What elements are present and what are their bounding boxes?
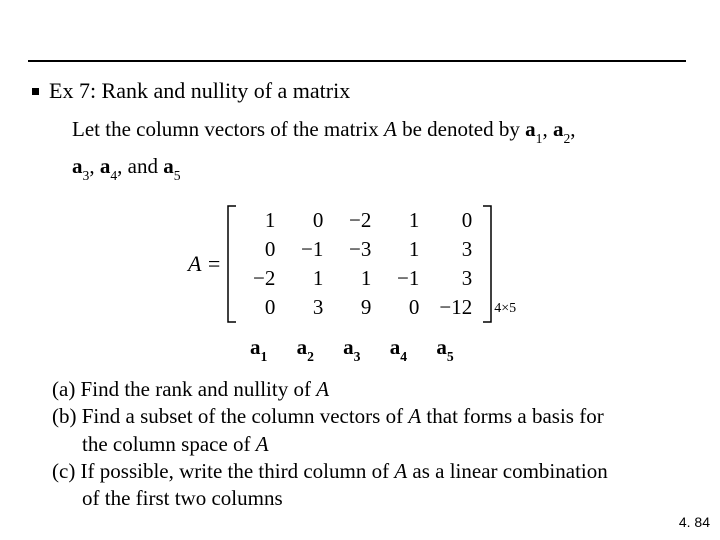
qb-A2: A <box>256 432 269 456</box>
questions: (a) Find the rank and nullity of A (b) F… <box>52 376 692 512</box>
vec-a5-sub: 5 <box>174 168 181 183</box>
comma2: , <box>570 117 575 141</box>
cell: 9 <box>333 293 381 322</box>
cell: 0 <box>429 206 482 235</box>
column-labels: a1 a2 a3 a4 a5 <box>238 335 466 363</box>
question-b-line2: the column space of A <box>52 431 692 458</box>
intro-pre: Let the column vectors of the matrix <box>72 117 384 141</box>
cell: 0 <box>285 206 333 235</box>
table-row: 0 3 9 0 −12 <box>237 293 482 322</box>
question-c: (c) If possible, write the third column … <box>52 458 692 485</box>
vec-a4-sub: 4 <box>110 168 117 183</box>
cell: −2 <box>333 206 381 235</box>
intro-mid: be denoted by <box>397 117 525 141</box>
intro-A: A <box>384 117 397 141</box>
col-label-a3: a3 <box>343 335 360 363</box>
cell: 3 <box>429 264 482 293</box>
cell: 1 <box>237 206 285 235</box>
cell: −12 <box>429 293 482 322</box>
cell: −3 <box>333 235 381 264</box>
question-a: (a) Find the rank and nullity of A <box>52 376 692 403</box>
col-label-a5: a5 <box>436 335 453 363</box>
left-bracket-icon <box>227 205 237 323</box>
col-label-a2: a2 <box>297 335 314 363</box>
col-label-a1: a1 <box>250 335 267 363</box>
qa-pre: (a) Find the rank and nullity of <box>52 377 316 401</box>
qb-l2-pre: the column space of <box>82 432 256 456</box>
table-row: −2 1 1 −1 3 <box>237 264 482 293</box>
horizontal-rule <box>28 60 686 62</box>
page-number: 4. 84 <box>679 514 710 530</box>
matrix-label: A = <box>188 251 221 277</box>
vec-a3-sub: 3 <box>83 168 90 183</box>
cell: 1 <box>381 235 429 264</box>
cell: −1 <box>381 264 429 293</box>
intro-and: , and <box>117 154 163 178</box>
matrix-table: 1 0 −2 1 0 0 −1 −3 1 3 −2 1 1 −1 3 0 <box>237 206 482 322</box>
bullet-icon <box>32 88 39 95</box>
vec-a4: a <box>100 154 111 178</box>
col-label-a4: a4 <box>390 335 407 363</box>
comma3: , <box>89 154 100 178</box>
cell: 1 <box>381 206 429 235</box>
qa-A: A <box>316 377 329 401</box>
vec-a3: a <box>72 154 83 178</box>
question-b: (b) Find a subset of the column vectors … <box>52 403 692 430</box>
cell: 0 <box>237 293 285 322</box>
right-bracket-icon <box>482 205 492 323</box>
cell: 1 <box>333 264 381 293</box>
cell: 3 <box>285 293 333 322</box>
intro-text: Let the column vectors of the matrix A b… <box>72 112 692 185</box>
qc-A: A <box>394 459 407 483</box>
cell: 1 <box>285 264 333 293</box>
cell: 0 <box>237 235 285 264</box>
matrix-equation: A = 1 0 −2 1 0 0 −1 −3 1 3 −2 1 1 <box>188 205 516 323</box>
vec-a2: a <box>553 117 564 141</box>
table-row: 1 0 −2 1 0 <box>237 206 482 235</box>
qb-mid: that forms a basis for <box>421 404 604 428</box>
question-c-line2: of the first two columns <box>52 485 692 512</box>
vec-a5: a <box>163 154 174 178</box>
qb-A1: A <box>408 404 421 428</box>
cell: −1 <box>285 235 333 264</box>
slide: Ex 7: Rank and nullity of a matrix Let t… <box>0 0 720 540</box>
vec-a1: a <box>525 117 536 141</box>
cell: 3 <box>429 235 482 264</box>
title-line: Ex 7: Rank and nullity of a matrix <box>32 78 350 104</box>
cell: −2 <box>237 264 285 293</box>
comma1: , <box>542 117 553 141</box>
title-text: Ex 7: Rank and nullity of a matrix <box>49 78 350 104</box>
qc-pre: (c) If possible, write the third column … <box>52 459 394 483</box>
matrix-dims: 4×5 <box>494 301 516 323</box>
qc-post: as a linear combination <box>407 459 608 483</box>
cell: 0 <box>381 293 429 322</box>
vec-a2-sub: 2 <box>563 131 570 146</box>
table-row: 0 −1 −3 1 3 <box>237 235 482 264</box>
qb-pre: (b) Find a subset of the column vectors … <box>52 404 408 428</box>
vec-a1-sub: 1 <box>536 131 543 146</box>
